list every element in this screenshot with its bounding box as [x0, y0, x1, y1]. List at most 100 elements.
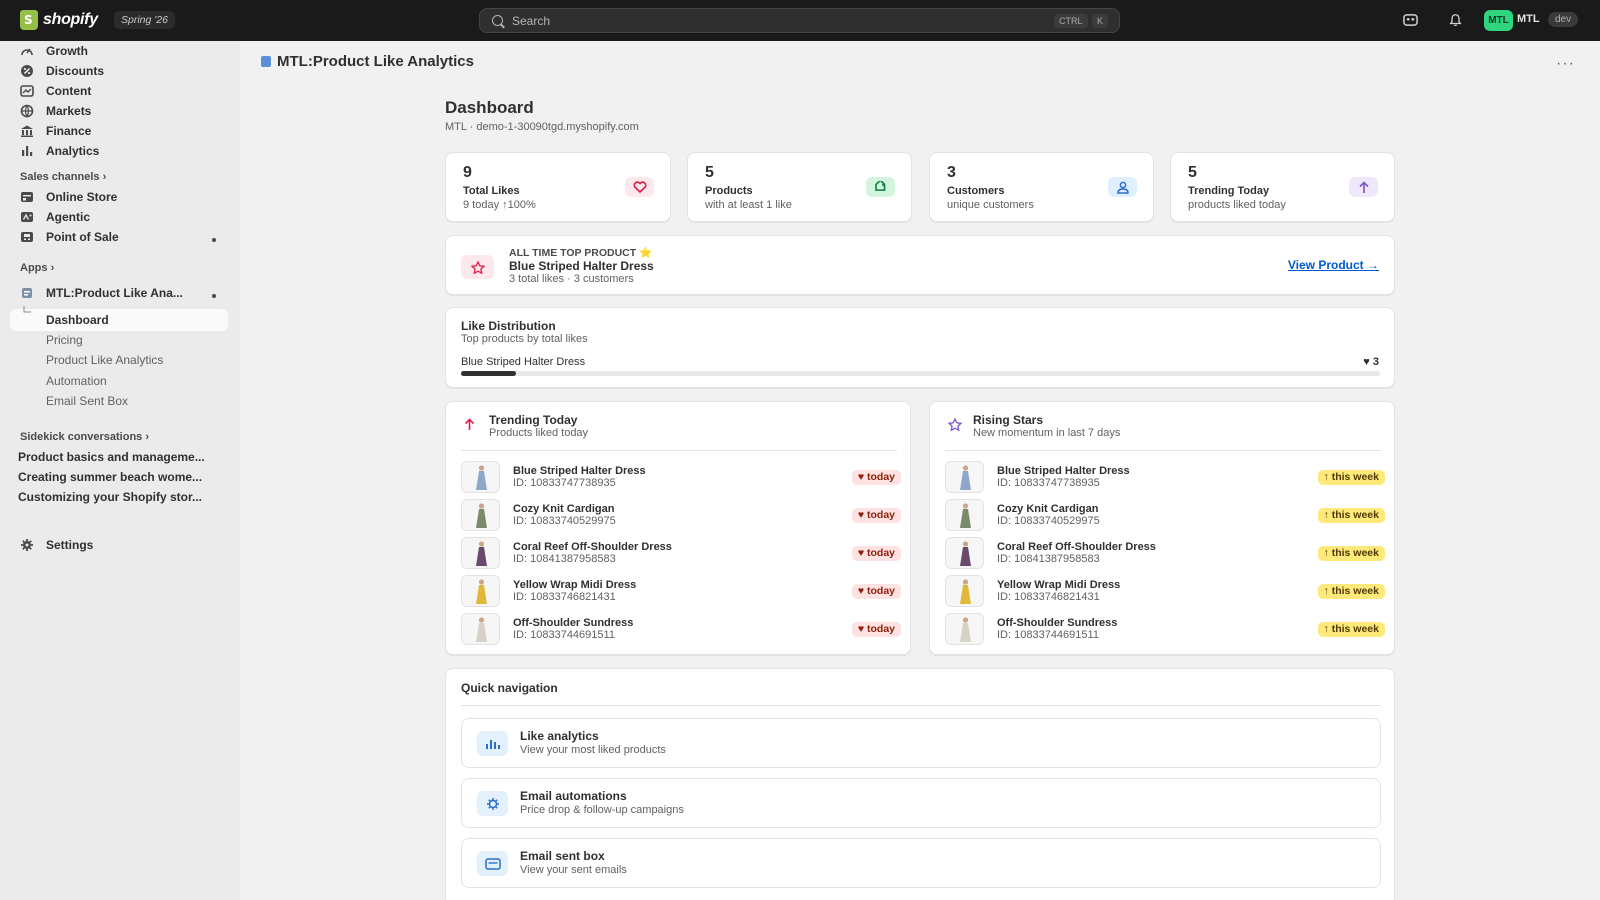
more-actions-icon[interactable]: ···: [1556, 55, 1575, 73]
sidebar-item-content[interactable]: Content: [20, 81, 91, 101]
product-id: ID: 10833747738935: [997, 477, 1100, 489]
quick-nav-title: Email sent box: [520, 849, 605, 863]
stat-sub: products liked today: [1188, 199, 1286, 211]
quick-nav-subtitle: Price drop & follow-up campaigns: [520, 804, 684, 816]
list-item[interactable]: Blue Striped Halter Dress ID: 10833747738…: [945, 461, 1385, 493]
product-id: ID: 10833744691511: [513, 629, 615, 641]
store-icon: [21, 192, 33, 202]
top-product-stats: 3 total likes · 3 customers: [509, 273, 634, 285]
conversation-item[interactable]: Product basics and manageme...: [18, 450, 223, 464]
conversation-item[interactable]: Creating summer beach wome...: [18, 470, 223, 484]
discount-icon: [21, 65, 33, 77]
top-product-card: ALL TIME TOP PRODUCT ⭐ Blue Striped Halt…: [445, 235, 1395, 295]
agentic-icon: [21, 212, 33, 222]
sidebar-item-label: Online Store: [46, 190, 118, 204]
list-item[interactable]: Blue Striped Halter Dress ID: 10833747738…: [461, 461, 901, 493]
bar-chart-icon: [22, 146, 33, 156]
pos-icon: [21, 232, 33, 242]
sidebar-subitem-email-sent-box[interactable]: Email Sent Box: [46, 394, 128, 408]
star-icon: [461, 255, 494, 279]
quick-nav-subtitle: View your sent emails: [520, 864, 627, 876]
stat-card-trending-today: 5 Trending Today products liked today: [1170, 152, 1395, 222]
sidekick-heading[interactable]: Sidekick conversations ›: [20, 431, 149, 443]
list-item[interactable]: Cozy Knit Cardigan ID: 10833740529975 ♥ to…: [461, 499, 901, 531]
conversation-item[interactable]: Customizing your Shopify stor...: [18, 490, 223, 504]
view-product-link[interactable]: View Product →: [1288, 258, 1379, 272]
card-title: Rising Stars: [973, 413, 1044, 427]
card-subtitle: Products liked today: [489, 427, 589, 439]
status-badge: ♥ today: [851, 546, 901, 561]
sidebar-item-label: Discounts: [46, 64, 105, 78]
status-badge: ♥ today: [851, 470, 901, 485]
growth-icon: [21, 48, 33, 56]
tree-connector-icon: [23, 306, 31, 313]
sidebar-item-finance[interactable]: Finance: [20, 121, 91, 141]
shopify-bag-icon: [20, 10, 38, 30]
quick-nav-title: Like analytics: [520, 729, 599, 743]
list-item[interactable]: Coral Reef Off-Shoulder Dress ID: 1084138…: [945, 537, 1385, 569]
search-input[interactable]: Search CTRL K: [479, 8, 1120, 33]
sidebar-item-analytics[interactable]: Analytics: [20, 141, 99, 161]
list-item[interactable]: Off-Shoulder Sundress ID: 10833744691511 ♥…: [461, 613, 901, 645]
store-name[interactable]: MTL: [1517, 13, 1540, 25]
sidebar-item-discounts[interactable]: Discounts: [20, 61, 104, 81]
sidebar-item-online-store[interactable]: Online Store: [20, 187, 117, 207]
edition-badge: Spring '26: [114, 11, 175, 29]
product-thumbnail: [945, 499, 984, 531]
quick-nav-email-automations[interactable]: Email automations Price drop & follow-up…: [461, 778, 1381, 828]
stat-label: Total Likes: [463, 185, 520, 197]
sidebar-item-markets[interactable]: Markets: [20, 101, 91, 121]
sidebar-subitem-product-like-analytics[interactable]: Product Like Analytics: [46, 353, 163, 367]
list-item[interactable]: Yellow Wrap Midi Dress ID: 10833746821431…: [461, 575, 901, 607]
avatar[interactable]: MTL: [1484, 10, 1513, 31]
bell-icon[interactable]: [1448, 13, 1463, 27]
sidebar-item-growth[interactable]: Growth: [20, 41, 88, 61]
stat-sub: unique customers: [947, 199, 1034, 211]
sales-channels-heading[interactable]: Sales channels ›: [20, 171, 106, 183]
search-placeholder: Search: [512, 13, 551, 28]
card-title: Quick navigation: [461, 681, 558, 695]
sidebar-item-settings[interactable]: Settings: [20, 535, 93, 555]
list-item[interactable]: Coral Reef Off-Shoulder Dress ID: 1084138…: [461, 537, 901, 569]
sidebar-item-point-of-sale[interactable]: Point of Sale: [20, 227, 119, 247]
product-name: Blue Striped Halter Dress: [997, 465, 1130, 477]
sidekick-label: Sidekick conversations: [20, 431, 143, 443]
divider: [461, 705, 1381, 706]
sidebar-subitem-pricing[interactable]: Pricing: [46, 333, 83, 347]
sidekick-icon[interactable]: [1403, 13, 1418, 27]
quick-navigation-card: Quick navigation Like analytics View you…: [445, 668, 1395, 900]
divider: [945, 450, 1381, 451]
sidebar-item-app[interactable]: MTL:Product Like Ana...: [20, 283, 183, 303]
sidebar-subitem-automation[interactable]: Automation: [46, 374, 107, 388]
like-distribution-card: Like Distribution Top products by total …: [445, 307, 1395, 388]
apps-heading[interactable]: Apps ›: [20, 262, 54, 274]
quick-nav-like-analytics[interactable]: Like analytics View your most liked prod…: [461, 718, 1381, 768]
sidebar-item-label: Agentic: [46, 210, 91, 224]
bank-icon: [21, 125, 33, 137]
stat-value: 5: [1188, 164, 1197, 181]
distribution-count: ♥ 3: [1363, 356, 1379, 368]
card-subtitle: New momentum in last 7 days: [973, 427, 1121, 439]
sidebar-item-agentic[interactable]: Agentic: [20, 207, 90, 227]
sidebar-item-label: Analytics: [46, 144, 100, 158]
product-id: ID: 10841387958583: [997, 553, 1100, 565]
stat-label: Customers: [947, 185, 1005, 197]
list-item[interactable]: Cozy Knit Cardigan ID: 10833740529975 ↑ th…: [945, 499, 1385, 531]
sidebar-item-label: Content: [46, 84, 92, 98]
distribution-product: Blue Striped Halter Dress: [461, 356, 586, 368]
sidebar-subitem-dashboard[interactable]: Dashboard: [10, 306, 228, 331]
shopify-logo[interactable]: shopify: [20, 10, 98, 30]
shortcut-ctrl: CTRL: [1054, 14, 1088, 28]
top-product-name: Blue Striped Halter Dress: [509, 259, 654, 273]
divider: [461, 450, 897, 451]
quick-nav-email-sent-box[interactable]: Email sent box View your sent emails: [461, 838, 1381, 888]
list-item[interactable]: Yellow Wrap Midi Dress ID: 10833746821431…: [945, 575, 1385, 607]
star-icon: [948, 418, 962, 431]
pin-indicator: [212, 294, 216, 298]
product-id: ID: 10833744691511: [997, 629, 1099, 641]
product-thumbnail: [945, 461, 984, 493]
status-badge: ♥ today: [851, 622, 901, 637]
sidebar-item-label: MTL:Product Like Ana...: [46, 286, 183, 300]
gear-icon: [21, 539, 33, 551]
list-item[interactable]: Off-Shoulder Sundress ID: 10833744691511 ↑…: [945, 613, 1385, 645]
